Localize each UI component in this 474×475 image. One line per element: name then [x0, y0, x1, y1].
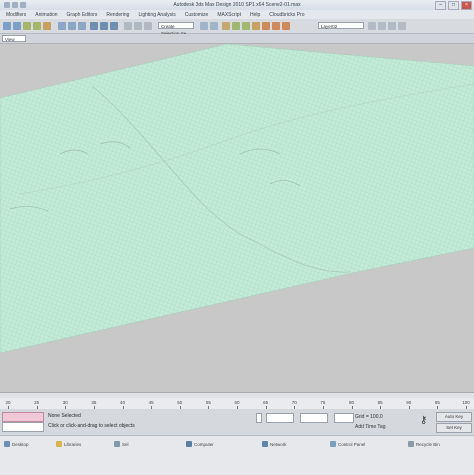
timeline-tick-label: 85: [377, 400, 383, 405]
window-title: Autodesk 3ds Max Design 2010 SP1 x64 Sce…: [173, 2, 301, 8]
taskbar-item-network[interactable]: Network: [262, 441, 287, 447]
timeline-tick-label: 100: [462, 400, 470, 405]
render-frame-icon[interactable]: [272, 22, 280, 30]
move-icon[interactable]: [90, 22, 98, 30]
menu-cloudbricks[interactable]: Cloudbricks Pro: [269, 12, 304, 18]
align-icon[interactable]: [210, 22, 218, 30]
status-bar: None Selected Click or click-and-drag to…: [0, 409, 474, 435]
render-setup-icon[interactable]: [262, 22, 270, 30]
viewport-canvas: [0, 44, 474, 354]
maxscript-listener-white[interactable]: [2, 422, 44, 432]
timeline-tick-label: 50: [177, 400, 183, 405]
maxscript-listener-pink[interactable]: [2, 412, 44, 422]
snap-toggle-icon[interactable]: [124, 22, 132, 30]
menu-maxscript[interactable]: MAXScript: [217, 12, 241, 18]
view-dropdown[interactable]: View: [2, 35, 26, 42]
set-key-button[interactable]: Set Key: [436, 423, 472, 433]
layer-hide-icon[interactable]: [388, 22, 396, 30]
computer-icon: [186, 441, 192, 447]
control-panel-icon: [330, 441, 336, 447]
menu-lighting-analysis[interactable]: Lighting Analysis: [138, 12, 175, 18]
selection-set-field[interactable]: Create Selection Se: [158, 22, 194, 36]
maximize-button[interactable]: □: [448, 1, 459, 10]
taskbar-item-computer[interactable]: Computer: [186, 441, 214, 447]
select-object-icon[interactable]: [58, 22, 66, 30]
terrain-mesh[interactable]: [0, 44, 474, 354]
lock-selection-icon[interactable]: [256, 413, 262, 423]
layer-select-icon[interactable]: [378, 22, 386, 30]
layer-freeze-icon[interactable]: [398, 22, 406, 30]
layer-manager-icon[interactable]: [222, 22, 230, 30]
timeline-tick-label: 80: [348, 400, 355, 405]
taskbar-item-control-panel[interactable]: Control Panel: [330, 441, 365, 447]
schematic-view-icon[interactable]: [242, 22, 250, 30]
timeline-tick-label: 25: [34, 400, 40, 405]
add-time-tag-button[interactable]: Add Time Tag: [355, 424, 385, 430]
timeline-tick-label: 75: [320, 400, 326, 405]
timeline-tick-label: 30: [62, 400, 68, 405]
quick-render-icon[interactable]: [282, 22, 290, 30]
perspective-viewport[interactable]: [0, 44, 474, 392]
curve-editor-icon[interactable]: [232, 22, 240, 30]
menu-bar: Modifiers Animation Graph Editors Render…: [0, 10, 474, 19]
taskbar-item-recycle-bin[interactable]: Recycle Bin: [408, 441, 440, 447]
key-icon[interactable]: ⚷: [420, 415, 427, 426]
selection-status: None Selected: [48, 413, 81, 419]
z-coordinate-field[interactable]: [334, 413, 354, 423]
close-button[interactable]: ×: [461, 1, 472, 10]
menu-modifiers[interactable]: Modifiers: [6, 12, 26, 18]
timeline-tick-label: 95: [434, 400, 440, 405]
menu-animation[interactable]: Animation: [35, 12, 57, 18]
title-bar: Autodesk 3ds Max Design 2010 SP1 x64 Sce…: [0, 0, 474, 10]
undo-icon[interactable]: [3, 22, 11, 30]
taskbar-item-libraries[interactable]: Libraries: [56, 441, 81, 447]
timeline-tick-label: 65: [263, 400, 269, 405]
timeline-tick-label: 20: [5, 400, 11, 405]
layer-add-icon[interactable]: [368, 22, 376, 30]
taskbar-item-desktop[interactable]: Desktop: [4, 441, 29, 447]
redo-icon[interactable]: [13, 22, 21, 30]
timeline-tick-label: 70: [291, 400, 297, 405]
rectangular-selection-icon[interactable]: [78, 22, 86, 30]
angle-snap-icon[interactable]: [134, 22, 142, 30]
auto-key-button[interactable]: Auto Key: [436, 412, 472, 422]
menu-graph-editors[interactable]: Graph Editors: [67, 12, 98, 18]
network-icon: [262, 441, 268, 447]
timeline-tick-label: 40: [119, 400, 126, 405]
timeline-tick-label: 55: [205, 400, 211, 405]
material-editor-icon[interactable]: [252, 22, 260, 30]
timeline-tick-label: 45: [148, 400, 154, 405]
scale-icon[interactable]: [110, 22, 118, 30]
taskbar-item-sel[interactable]: Sel: [114, 441, 129, 447]
user-icon: [114, 441, 120, 447]
timeline-tick-label: 35: [91, 400, 97, 405]
mirror-icon[interactable]: [200, 22, 208, 30]
timeline-tick-label: 60: [234, 400, 240, 405]
desktop-icon: [4, 441, 10, 447]
bind-space-warp-icon[interactable]: [43, 22, 51, 30]
secondary-toolbar: View: [0, 34, 474, 44]
timeline-tick-label: 90: [406, 400, 412, 405]
prompt-line: Click or click-and-drag to select object…: [48, 423, 135, 429]
select-by-name-icon[interactable]: [68, 22, 76, 30]
window-controls: – □ ×: [435, 1, 472, 10]
layer-dropdown[interactable]: Layer02: [318, 22, 364, 29]
rotate-icon[interactable]: [100, 22, 108, 30]
unlink-icon[interactable]: [33, 22, 41, 30]
y-coordinate-field[interactable]: [300, 413, 328, 423]
menu-rendering[interactable]: Rendering: [106, 12, 129, 18]
menu-help[interactable]: Help: [250, 12, 260, 18]
link-icon[interactable]: [23, 22, 31, 30]
recycle-bin-icon: [408, 441, 414, 447]
grid-size-readout: Grid = 100.0: [355, 414, 383, 420]
folder-icon: [56, 441, 62, 447]
percent-snap-icon[interactable]: [144, 22, 152, 30]
minimize-button[interactable]: –: [435, 1, 446, 10]
menu-customize[interactable]: Customize: [185, 12, 209, 18]
desktop-taskbar: Desktop Libraries Sel Computer Network C…: [0, 435, 474, 475]
x-coordinate-field[interactable]: [266, 413, 294, 423]
main-toolbar: Create Selection Se Layer02: [0, 19, 474, 36]
